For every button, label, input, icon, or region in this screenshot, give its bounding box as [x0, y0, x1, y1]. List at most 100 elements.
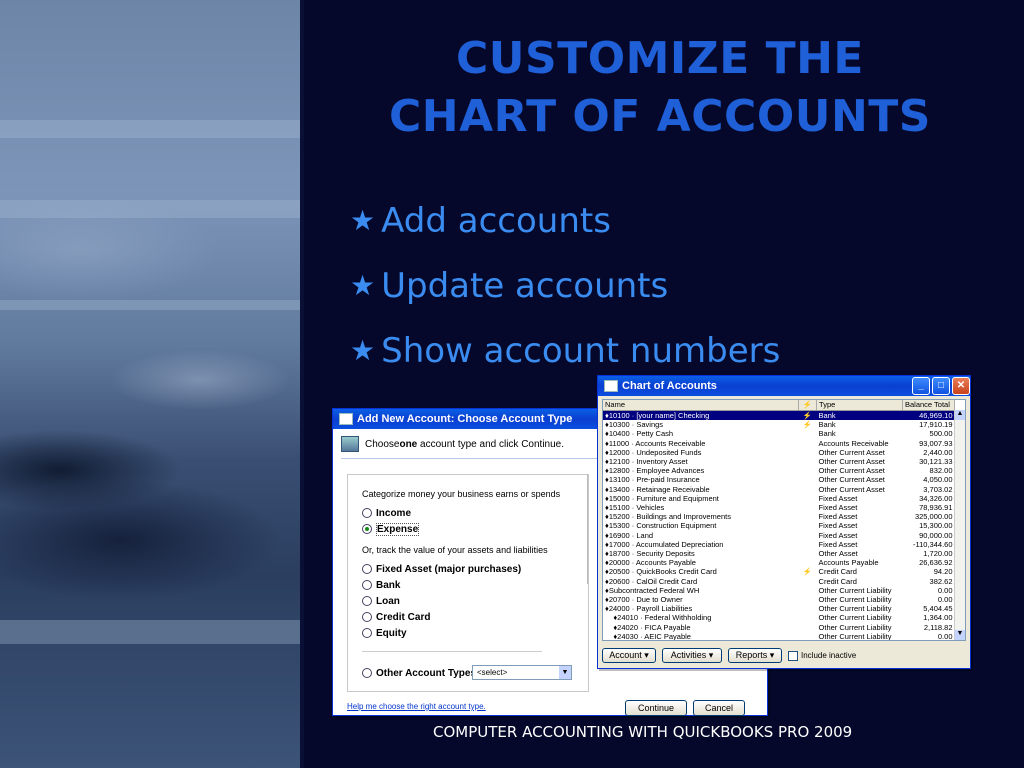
other-account-select[interactable]: <select> ▼ [472, 665, 572, 680]
table-row[interactable]: ♦17000 · Accumulated Depreciation Fixed A… [603, 540, 955, 549]
table-row[interactable]: ♦15000 · Furniture and Equipment Fixed As… [603, 494, 955, 503]
activities-menu-button[interactable]: Activities ▾ [662, 648, 722, 663]
radio-other-account-types[interactable]: Other Account Types [362, 665, 476, 681]
radio-dot[interactable] [362, 628, 372, 638]
table-row[interactable]: ♦12100 · Inventory Asset Other Current As… [603, 457, 955, 466]
radio-income[interactable]: Income [362, 505, 411, 521]
table-row[interactable]: ♦12000 · Undeposited Funds Other Current … [603, 448, 955, 457]
account-type-cell: Other Current Liability [818, 613, 892, 623]
account-name-cell: ♦13100 · Pre-paid Insurance [605, 475, 700, 485]
online-cell [799, 531, 817, 540]
account-menu-button[interactable]: Account ▾ [602, 648, 656, 663]
radio-dot[interactable] [362, 564, 372, 574]
table-row[interactable]: ♦12800 · Employee Advances Other Current … [603, 466, 955, 475]
instruction-text-end: account type and click Continue. [417, 438, 565, 450]
table-row[interactable]: ♦24010 · Federal Withholding Other Curren… [603, 613, 955, 622]
accounts-table: Name ⚡ Type Balance Total ♦10100 · [your… [603, 400, 956, 641]
select-value: <select> [477, 668, 508, 677]
online-cell [799, 512, 817, 521]
scroll-up-icon[interactable]: ▲ [955, 410, 965, 420]
column-header-name[interactable]: Name [603, 400, 800, 411]
include-inactive-label: Include inactive [801, 651, 857, 660]
online-cell [799, 586, 817, 595]
online-cell [799, 604, 817, 613]
table-row[interactable]: ♦20000 · Accounts Payable Accounts Payabl… [603, 558, 955, 567]
radio-bank[interactable]: Bank [362, 577, 400, 593]
column-header-online[interactable]: ⚡ [798, 400, 818, 411]
divider [362, 651, 542, 652]
close-icon[interactable]: ✕ [952, 377, 970, 395]
table-row[interactable]: ♦15300 · Construction Equipment Fixed Ass… [603, 521, 955, 530]
account-name-cell: ♦20500 · QuickBooks Credit Card [605, 567, 717, 577]
star-icon: ★ [350, 268, 376, 302]
column-header-balance[interactable]: Balance Total [902, 400, 956, 411]
group1-label: Categorize money your business earns or … [362, 489, 561, 499]
radio-credit-card[interactable]: Credit Card [362, 609, 430, 625]
app-icon [339, 413, 353, 425]
table-row[interactable]: ♦13400 · Retainage Receivable Other Curre… [603, 485, 955, 494]
background-photo [0, 0, 302, 768]
coa-button-row: Account ▾ Activities ▾ Reports ▾ Include… [602, 648, 856, 663]
radio-label: Other Account Types [376, 667, 477, 679]
scroll-down-icon[interactable]: ▼ [955, 630, 965, 640]
account-name-cell: ♦12000 · Undeposited Funds [605, 447, 702, 457]
include-inactive-checkbox[interactable] [788, 650, 798, 661]
radio-dot[interactable] [362, 508, 372, 518]
bullet-text: Show account numbers [381, 330, 781, 371]
account-type-cell: Bank [818, 420, 836, 430]
online-cell [799, 632, 817, 640]
table-row[interactable]: ♦20500 · QuickBooks Credit Card ⚡ Credit C… [603, 567, 955, 576]
table-row[interactable]: ♦24020 · FICA Payable Other Current Liabi… [603, 623, 955, 632]
radio-dot-selected[interactable] [362, 524, 372, 534]
radio-loan[interactable]: Loan [362, 593, 400, 609]
coa-titlebar[interactable]: Chart of Accounts _ □ ✕ [598, 376, 970, 396]
table-row[interactable]: ♦10300 · Savings ⚡ Bank 17,910.19 [603, 420, 955, 429]
radio-dot[interactable] [362, 612, 372, 622]
account-type-cell: Other Current Asset [818, 466, 885, 476]
include-inactive-toggle[interactable]: Include inactive [788, 650, 857, 661]
reports-menu-button[interactable]: Reports ▾ [728, 648, 782, 663]
table-row[interactable]: ♦10100 · [your name] Checking ⚡ Bank 46,969… [603, 410, 955, 421]
account-name-cell: ♦12800 · Employee Advances [605, 466, 705, 476]
radio-dot[interactable] [362, 580, 372, 590]
table-row[interactable]: ♦Subcontracted Federal WH Other Current L… [603, 586, 955, 595]
balance-cell: 93,007.93 [919, 438, 953, 448]
table-row[interactable]: ♦11000 · Accounts Receivable Accounts Rec… [603, 439, 955, 448]
continue-button[interactable]: Continue [625, 700, 687, 716]
help-link[interactable]: Help me choose the right account type. [347, 702, 486, 711]
cancel-button[interactable]: Cancel [693, 700, 745, 716]
online-cell [799, 503, 817, 512]
table-row[interactable]: ♦15200 · Buildings and Improvements Fixed… [603, 512, 955, 521]
chart-of-accounts-window: Chart of Accounts _ □ ✕ Name ⚡ Type Bala… [597, 375, 971, 669]
vertical-scrollbar[interactable]: ▲ ▼ [954, 410, 965, 640]
account-type-cell: Other Current Liability [818, 595, 892, 605]
chevron-down-icon[interactable]: ▼ [559, 666, 571, 679]
minimize-icon[interactable]: _ [912, 377, 930, 395]
table-row[interactable]: ♦15100 · Vehicles Fixed Asset 78,936.91 [603, 503, 955, 512]
account-type-cell: Other Current Liability [818, 604, 892, 614]
maximize-icon[interactable]: □ [932, 377, 950, 395]
balance-cell: 1,364.00 [923, 613, 953, 623]
table-row[interactable]: ♦24000 · Payroll Liabilities Other Curren… [603, 604, 955, 613]
radio-dot[interactable] [362, 596, 372, 606]
table-row[interactable]: ♦18700 · Security Deposits Other Asset 1,7… [603, 549, 955, 558]
account-name-cell: ♦15200 · Buildings and Improvements [605, 512, 731, 522]
table-row[interactable]: ♦20600 · CalOil Credit Card Credit Card 38… [603, 577, 955, 586]
table-row[interactable]: ♦20700 · Due to Owner Other Current Liabi… [603, 595, 955, 604]
account-type-cell: Other Current Liability [818, 631, 892, 641]
table-row[interactable]: ♦16900 · Land Fixed Asset 90,000.00 [603, 531, 955, 540]
radio-equity[interactable]: Equity [362, 625, 407, 641]
account-name-cell: ♦18700 · Security Deposits [605, 549, 695, 559]
table-row[interactable]: ♦13100 · Pre-paid Insurance Other Current… [603, 475, 955, 484]
radio-dot[interactable] [362, 668, 372, 678]
account-name-cell: ♦15300 · Construction Equipment [605, 521, 717, 531]
balance-cell: 26,636.92 [919, 558, 953, 568]
radio-fixed-asset[interactable]: Fixed Asset (major purchases) [362, 561, 521, 577]
table-row[interactable]: ♦10400 · Petty Cash Bank 500.00 [603, 429, 955, 438]
account-type-cell: Bank [816, 410, 903, 421]
column-header-type[interactable]: Type [816, 400, 903, 411]
dialog-title: Add New Account: Choose Account Type [357, 413, 573, 425]
radio-expense[interactable]: Expense [362, 521, 420, 537]
account-name-cell: ♦20700 · Due to Owner [605, 595, 683, 605]
table-row[interactable]: ♦24030 · AEIC Payable Other Current Liabi… [603, 631, 955, 641]
